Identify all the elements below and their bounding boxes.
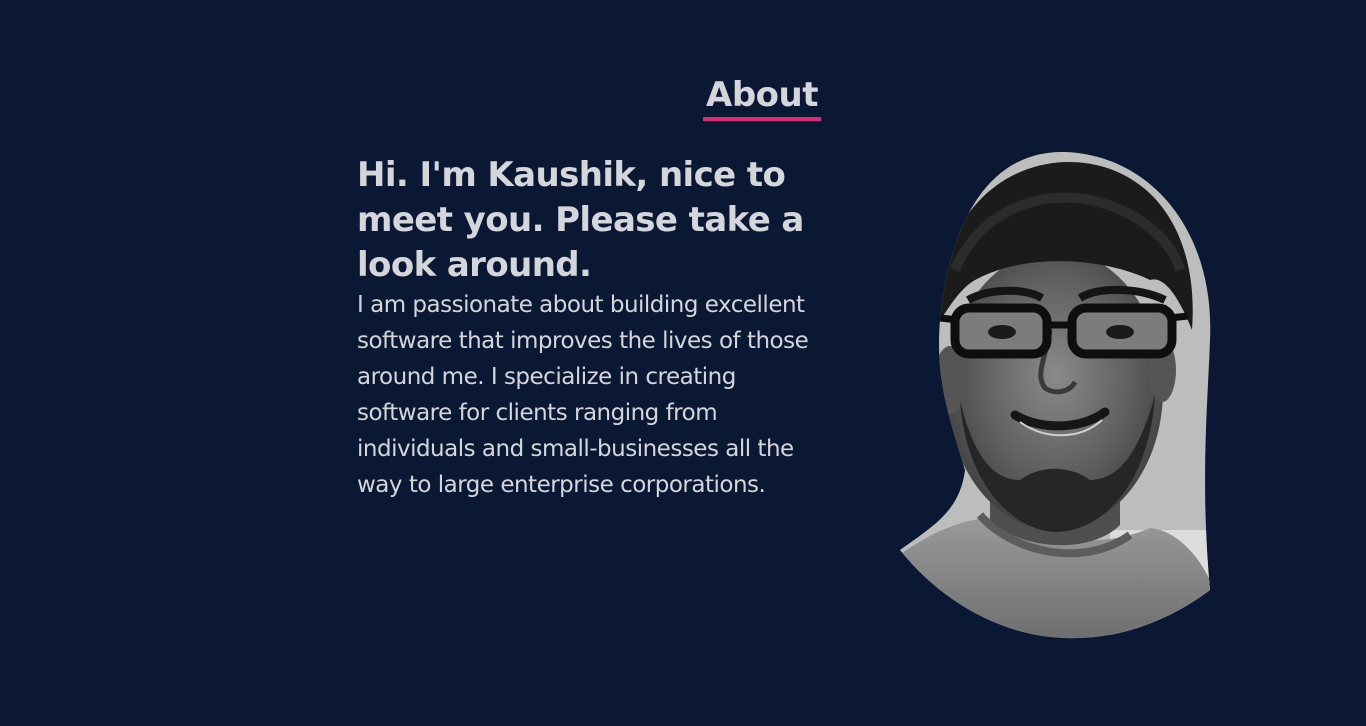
- intro-paragraph: I am passionate about building excellent…: [357, 292, 809, 498]
- profile-photo: [880, 150, 1225, 640]
- section-title: About: [706, 75, 818, 115]
- title-underline: [703, 117, 821, 121]
- intro-heading: Hi. I'm Kaushik, nice to meet you. Pleas…: [357, 155, 804, 285]
- about-section: About Hi. I'm Kaushik, nice to meet you.…: [0, 0, 1366, 726]
- profile-photo-icon: [900, 151, 1211, 639]
